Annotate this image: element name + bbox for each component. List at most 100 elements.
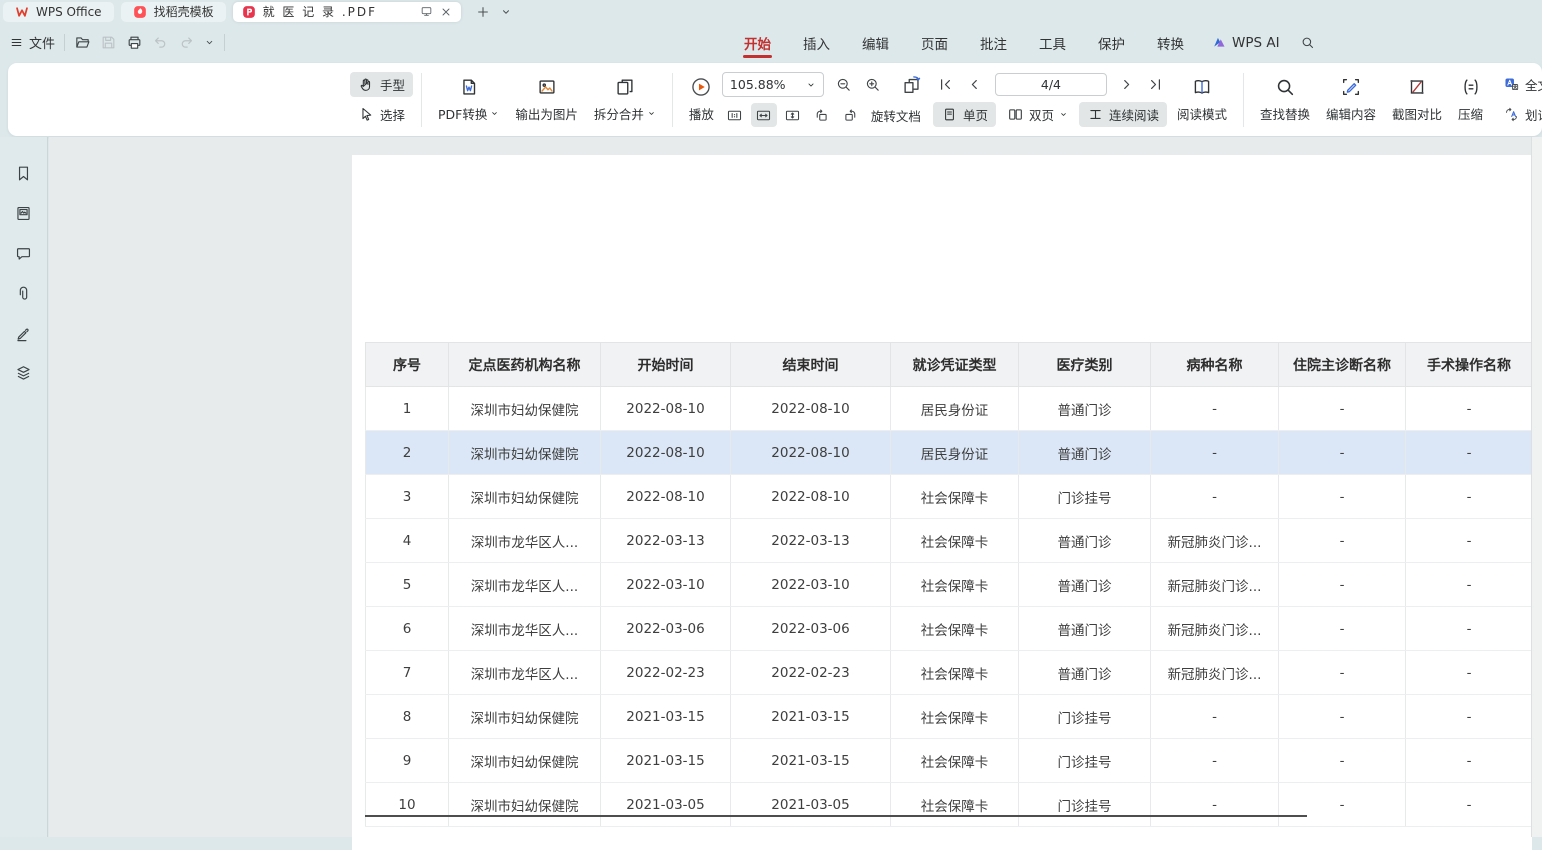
first-page-icon	[937, 76, 954, 93]
full-text-translate-button[interactable]: 全文翻译	[1495, 72, 1542, 97]
redo-icon[interactable]	[178, 34, 195, 51]
column-header: 开始时间	[601, 343, 731, 387]
undo-icon[interactable]	[152, 34, 169, 51]
table-cell: 3	[366, 475, 449, 519]
menu-tab-protect[interactable]: 保护	[1082, 23, 1141, 62]
compress-button[interactable]: 压缩	[1450, 76, 1491, 123]
rotate-left-button[interactable]	[809, 103, 835, 127]
table-cell: 10	[366, 783, 449, 827]
table-cell: 新冠肺炎门诊...	[1151, 519, 1279, 563]
zoom-out-button[interactable]	[831, 73, 857, 97]
open-file-icon[interactable]	[74, 34, 91, 51]
table-header-row: 序号定点医药机构名称开始时间结束时间就诊凭证类型医疗类别病种名称住院主诊断名称手…	[366, 343, 1533, 387]
menu-tab-edit[interactable]: 编辑	[846, 23, 905, 62]
zoom-in-button[interactable]	[860, 73, 886, 97]
tab-docer-templates[interactable]: 找稻壳模板	[121, 2, 226, 22]
wps-ai-button[interactable]: WPS AI	[1200, 23, 1292, 62]
tab-bar: WPS Office 找稻壳模板 就 医 记 录 .PDF	[0, 0, 1542, 23]
table-cell: 新冠肺炎门诊...	[1151, 651, 1279, 695]
tab-document[interactable]: 就 医 记 录 .PDF	[233, 2, 461, 22]
table-cell: -	[1406, 475, 1533, 519]
layers-panel-button[interactable]	[14, 364, 33, 383]
word-translate-button[interactable]: 划词翻译	[1495, 102, 1542, 127]
next-page-icon	[1118, 76, 1135, 93]
rotate-right-button[interactable]	[838, 103, 864, 127]
edit-content-button[interactable]: 编辑内容	[1318, 76, 1384, 123]
menu-tab-home[interactable]: 开始	[728, 23, 787, 62]
single-page-button[interactable]: 单页	[933, 102, 996, 127]
continuous-read-button[interactable]: 连续阅读	[1079, 102, 1167, 127]
first-page-button[interactable]	[933, 72, 959, 96]
one-to-one-icon	[726, 107, 743, 124]
menu-search-button[interactable]	[1292, 23, 1323, 62]
table-cell: -	[1406, 695, 1533, 739]
find-replace-button[interactable]: 查找替换	[1252, 76, 1318, 123]
save-icon[interactable]	[100, 34, 117, 51]
tab-wps-office[interactable]: WPS Office	[3, 2, 114, 22]
single-page-icon	[941, 106, 958, 123]
double-page-button[interactable]: 双页	[999, 102, 1076, 127]
bookmark-panel-button[interactable]	[14, 164, 33, 183]
table-cell: 2022-02-23	[601, 651, 731, 695]
snapshot-compare-button[interactable]: 截图对比	[1384, 76, 1450, 123]
play-button[interactable]: 播放	[681, 76, 722, 123]
hand-tool-button[interactable]: 手型	[350, 72, 413, 97]
document-viewport[interactable]: 序号定点医药机构名称开始时间结束时间就诊凭证类型医疗类别病种名称住院主诊断名称手…	[49, 137, 1542, 837]
actual-size-button[interactable]	[722, 103, 748, 127]
table-cell: 8	[366, 695, 449, 739]
menu-tab-tools[interactable]: 工具	[1023, 23, 1082, 62]
table-cell: 深圳市妇幼保健院	[449, 387, 601, 431]
menu-tab-insert[interactable]: 插入	[787, 23, 846, 62]
new-tab-icon[interactable]	[476, 5, 490, 19]
previous-page-button[interactable]	[962, 72, 988, 96]
attachments-panel-button[interactable]	[14, 284, 33, 303]
table-cell: 2022-03-13	[601, 519, 731, 563]
zoom-level-select[interactable]: 105.88%	[722, 72, 824, 97]
export-as-image-button[interactable]: 输出为图片	[507, 76, 586, 123]
last-page-button[interactable]	[1143, 72, 1169, 96]
menu-tab-comment[interactable]: 批注	[964, 23, 1023, 62]
menu-tab-page[interactable]: 页面	[905, 23, 964, 62]
page-number-input[interactable]: 4/4	[995, 73, 1107, 96]
table-row: 7深圳市龙华区人...2022-02-232022-02-23社会保障卡普通门诊…	[366, 651, 1533, 695]
pdf-convert-button[interactable]: PDF转换	[430, 76, 507, 123]
wps-ai-logo-icon	[1212, 35, 1227, 50]
fit-page-button[interactable]	[780, 103, 806, 127]
fit-width-button[interactable]	[751, 103, 777, 127]
close-tab-icon[interactable]	[440, 6, 452, 18]
table-cell: -	[1406, 783, 1533, 827]
table-cell: 5	[366, 563, 449, 607]
table-cell: -	[1406, 519, 1533, 563]
print-icon[interactable]	[126, 34, 143, 51]
find-replace-icon	[1274, 76, 1296, 98]
tab-list-chevron-icon[interactable]	[500, 6, 512, 18]
quickbar-chevron-icon[interactable]	[204, 37, 215, 48]
table-cell: 2	[366, 431, 449, 475]
table-cell: 2022-08-10	[601, 387, 731, 431]
fit-page-icon	[784, 107, 801, 124]
divider	[672, 73, 673, 127]
signature-panel-button[interactable]	[14, 324, 33, 343]
column-header: 结束时间	[731, 343, 891, 387]
table-cell: -	[1151, 783, 1279, 827]
select-tool-button[interactable]: 选择	[350, 102, 413, 127]
monitor-icon[interactable]	[420, 5, 433, 18]
cursor-icon	[358, 106, 375, 123]
table-cell: 社会保障卡	[891, 519, 1019, 563]
next-page-button[interactable]	[1114, 72, 1140, 96]
export-image-icon	[536, 76, 558, 98]
read-mode-button[interactable]: 阅读模式	[1169, 76, 1235, 123]
last-page-icon	[1147, 76, 1164, 93]
vertical-scrollbar[interactable]	[1531, 137, 1542, 837]
column-header: 就诊凭证类型	[891, 343, 1019, 387]
menu-tab-convert[interactable]: 转换	[1141, 23, 1200, 62]
file-menu-button[interactable]: 文件	[10, 33, 55, 52]
comments-panel-button[interactable]	[14, 244, 33, 263]
table-cell: 社会保障卡	[891, 563, 1019, 607]
snapshot-compare-icon	[1406, 76, 1428, 98]
thumbnails-panel-button[interactable]	[14, 204, 33, 223]
table-cell: -	[1151, 695, 1279, 739]
swap-pages-button[interactable]	[899, 73, 925, 97]
rotate-document-button[interactable]: 旋转文档	[867, 106, 925, 125]
split-merge-button[interactable]: 拆分合并	[586, 76, 664, 123]
